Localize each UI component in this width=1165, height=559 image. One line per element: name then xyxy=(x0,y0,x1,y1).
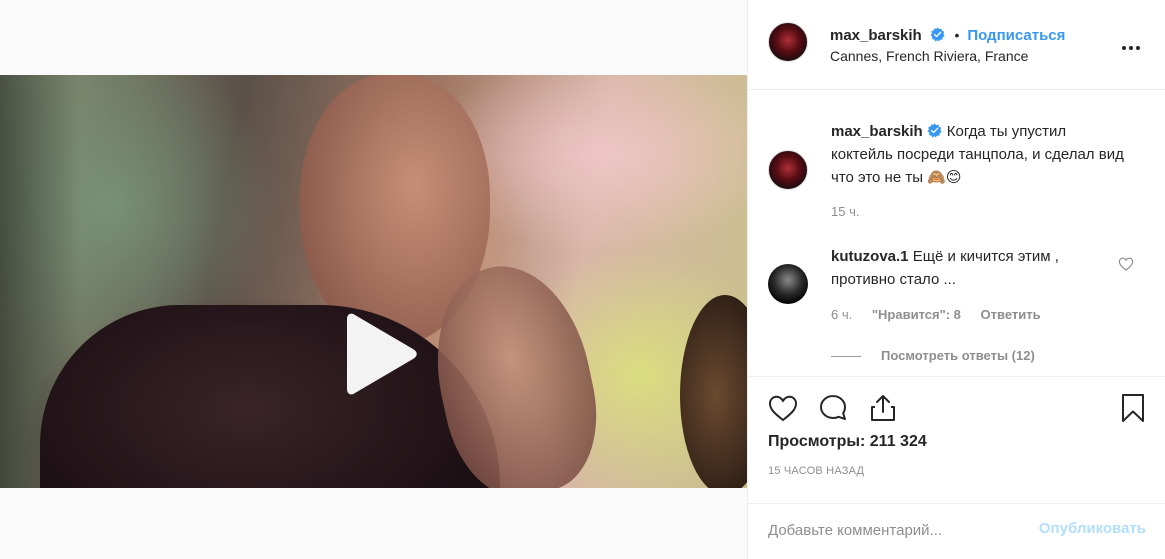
header-name-row: max_barskih • Подписаться xyxy=(830,27,1065,44)
view-replies-button[interactable]: Посмотреть ответы (12) xyxy=(831,348,1035,363)
comment-likes[interactable]: "Нравится": 8 xyxy=(872,307,961,322)
username-link[interactable]: max_barskih xyxy=(830,27,922,44)
more-options-icon[interactable] xyxy=(1122,37,1146,51)
verified-badge-icon xyxy=(930,27,945,42)
heart-icon[interactable] xyxy=(767,392,799,424)
video-frame-hair xyxy=(680,295,747,488)
post-actions xyxy=(748,376,1165,436)
verified-badge-icon xyxy=(927,123,942,138)
comment-time[interactable]: 6 ч. xyxy=(831,307,852,322)
caption-avatar[interactable] xyxy=(768,150,808,190)
view-replies-line xyxy=(831,356,861,358)
bookmark-icon[interactable] xyxy=(1117,392,1149,424)
play-icon[interactable] xyxy=(339,313,419,395)
comment-input[interactable] xyxy=(768,517,1008,543)
caption-time[interactable]: 15 ч. xyxy=(831,204,859,219)
separator-dot: • xyxy=(954,27,960,43)
comment-meta: 6 ч. "Нравится": 8 Ответить xyxy=(831,307,1057,322)
caption-username-link[interactable]: max_barskih xyxy=(831,123,923,140)
share-icon[interactable] xyxy=(867,392,899,424)
comment: kutuzova.1 Ещё и кичится этим , противно… xyxy=(831,245,1106,291)
commenter-avatar[interactable] xyxy=(768,264,808,304)
reply-button[interactable]: Ответить xyxy=(981,307,1041,322)
post-header: max_barskih • Подписаться Cannes, French… xyxy=(748,0,1165,90)
comment-like-heart-icon[interactable] xyxy=(1118,256,1134,272)
comment-icon[interactable] xyxy=(817,392,849,424)
location-link[interactable]: Cannes, French Riviera, France xyxy=(830,48,1028,64)
caption: max_barskih Когда ты упустил коктейль по… xyxy=(831,120,1131,189)
media-area xyxy=(0,0,747,559)
view-replies-label: Посмотреть ответы (12) xyxy=(881,348,1035,363)
comment-composer: Опубликовать xyxy=(748,503,1165,559)
commenter-username-link[interactable]: kutuzova.1 xyxy=(831,248,909,265)
publish-button[interactable]: Опубликовать xyxy=(1039,520,1146,537)
post-panel: max_barskih • Подписаться Cannes, French… xyxy=(747,0,1165,559)
avatar[interactable] xyxy=(768,22,808,62)
follow-button[interactable]: Подписаться xyxy=(967,27,1065,44)
posted-ago[interactable]: 15 ЧАСОВ НАЗАД xyxy=(768,465,864,477)
views-count[interactable]: Просмотры: 211 324 xyxy=(768,433,927,451)
video-player[interactable] xyxy=(0,75,747,488)
